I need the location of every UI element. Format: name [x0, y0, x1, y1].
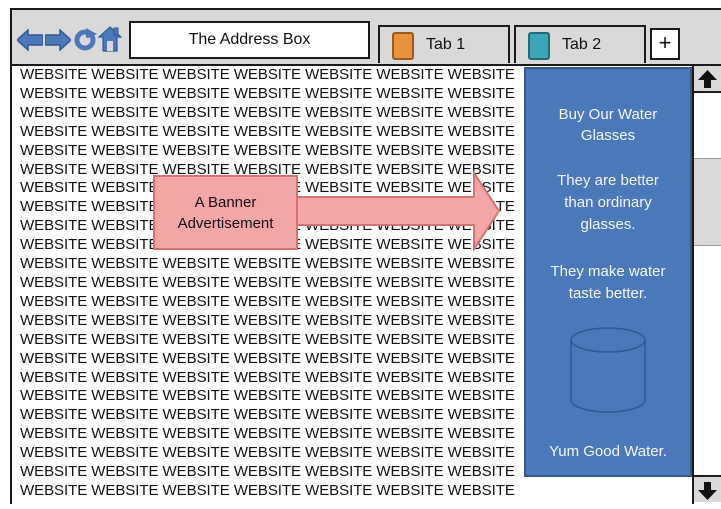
website-text-line: WEBSITE WEBSITE WEBSITE WEBSITE WEBSITE … — [20, 387, 515, 405]
ad-text-line4: They make water — [550, 263, 666, 280]
website-text-line: WEBSITE WEBSITE WEBSITE WEBSITE WEBSITE … — [20, 406, 515, 424]
tab-2[interactable]: Tab 2 — [514, 25, 646, 63]
refresh-icon[interactable] — [73, 28, 97, 52]
website-text-line: WEBSITE WEBSITE WEBSITE WEBSITE WEBSITE … — [20, 368, 515, 386]
ad-heading-line1: Buy Our Water — [558, 106, 658, 123]
side-advertisement[interactable]: Buy Our Water Glasses They are better th… — [524, 67, 692, 477]
website-text-line: WEBSITE WEBSITE WEBSITE WEBSITE WEBSITE … — [20, 273, 515, 291]
back-arrow-icon[interactable] — [17, 29, 43, 51]
website-text-line: WEBSITE WEBSITE WEBSITE WEBSITE WEBSITE … — [20, 481, 515, 496]
website-text-line: WEBSITE WEBSITE WEBSITE WEBSITE WEBSITE … — [20, 349, 515, 367]
website-text-line: WEBSITE WEBSITE WEBSITE WEBSITE WEBSITE … — [20, 103, 515, 121]
new-tab-button[interactable]: + — [650, 28, 680, 60]
scroll-thumb[interactable] — [694, 158, 721, 246]
website-text-line: WEBSITE WEBSITE WEBSITE WEBSITE WEBSITE … — [20, 141, 515, 159]
banner-text-line2: Advertisement — [177, 214, 274, 232]
vertical-scrollbar[interactable] — [692, 66, 721, 504]
orange-tab-icon — [392, 32, 414, 60]
home-icon[interactable] — [98, 26, 122, 52]
ad-text-line1: They are better — [557, 172, 659, 189]
up-arrow-icon — [698, 70, 717, 88]
website-text-line: WEBSITE WEBSITE WEBSITE WEBSITE WEBSITE … — [20, 425, 515, 443]
ad-text-line5: taste better. — [568, 285, 648, 302]
right-arrow-icon — [296, 170, 501, 252]
tab-1-label: Tab 1 — [426, 36, 466, 53]
ad-footer: Yum Good Water. — [549, 443, 667, 460]
teal-tab-icon — [528, 32, 550, 60]
scroll-down-button[interactable] — [694, 475, 721, 502]
ad-text-line3: glasses. — [580, 216, 636, 233]
tab-2-label: Tab 2 — [562, 36, 602, 53]
website-text-line: WEBSITE WEBSITE WEBSITE WEBSITE WEBSITE … — [20, 84, 515, 102]
website-text-line: WEBSITE WEBSITE WEBSITE WEBSITE WEBSITE … — [20, 463, 515, 481]
website-text-line: WEBSITE WEBSITE WEBSITE WEBSITE WEBSITE … — [20, 311, 515, 329]
banner-text-line1: A Banner — [194, 193, 257, 211]
website-content: WEBSITE WEBSITE WEBSITE WEBSITE WEBSITE … — [20, 66, 525, 496]
website-text-line: WEBSITE WEBSITE WEBSITE WEBSITE WEBSITE … — [20, 122, 515, 140]
website-text-line: WEBSITE WEBSITE WEBSITE WEBSITE WEBSITE … — [20, 66, 515, 83]
ad-heading-line2: Glasses — [580, 127, 636, 144]
water-glass-icon — [570, 327, 646, 413]
tab-1[interactable]: Tab 1 — [378, 25, 510, 63]
scroll-up-button[interactable] — [694, 66, 721, 93]
ad-text-line2: than ordinary — [564, 194, 652, 211]
website-text-line: WEBSITE WEBSITE WEBSITE WEBSITE WEBSITE … — [20, 330, 515, 348]
banner-advertisement[interactable]: A Banner Advertisement — [153, 175, 298, 250]
website-text-line: WEBSITE WEBSITE WEBSITE WEBSITE WEBSITE … — [20, 292, 515, 310]
address-input[interactable]: The Address Box — [129, 21, 370, 59]
website-text-line: WEBSITE WEBSITE WEBSITE WEBSITE WEBSITE … — [20, 444, 515, 462]
website-text-line: WEBSITE WEBSITE WEBSITE WEBSITE WEBSITE … — [20, 255, 515, 273]
forward-arrow-icon[interactable] — [45, 29, 71, 51]
down-arrow-icon — [698, 482, 717, 500]
